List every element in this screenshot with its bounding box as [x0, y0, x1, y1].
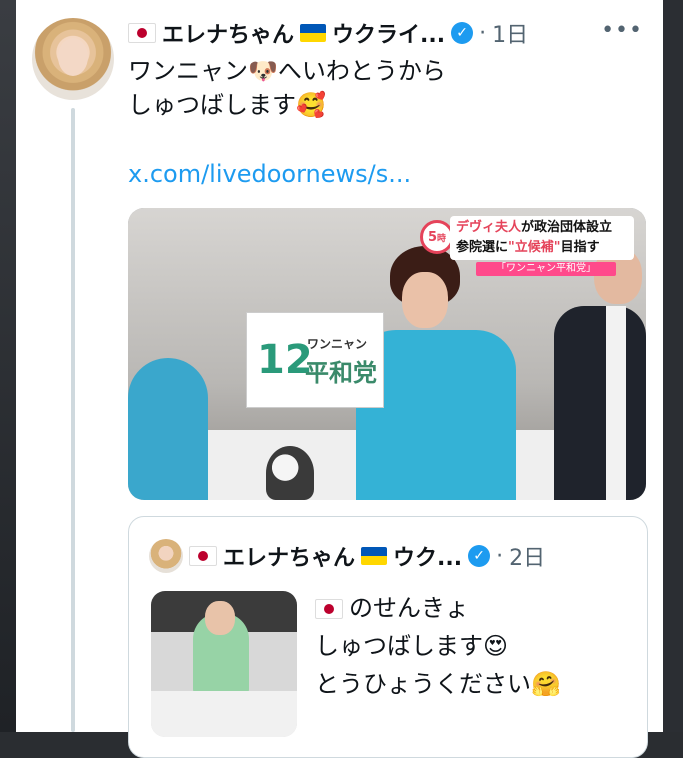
- tweet-text: ワンニャン🐶へいわとうから しゅつばします🥰: [128, 54, 648, 122]
- flag-ukraine-icon: [361, 547, 388, 565]
- quoted-separator-dot: ·: [496, 543, 504, 569]
- time-badge: 5時: [420, 220, 454, 254]
- author-name[interactable]: エレナちゃん: [162, 17, 294, 49]
- news-caption: 5時 デヴィ夫人が政治団体設立 参院選に"立候補"目指す 「ワンニャン平和党」: [420, 216, 640, 276]
- quoted-text-line-2: しゅつばします😍: [315, 632, 509, 660]
- author-avatar[interactable]: [32, 18, 114, 100]
- background-right-strip: [663, 0, 683, 732]
- separator-dot: ·: [479, 20, 487, 46]
- quoted-text-line-1: のせんきょ: [315, 589, 561, 627]
- dog: [266, 446, 314, 500]
- tweet-header: エレナちゃん ウクライ... ✓ · 1日: [128, 16, 648, 50]
- quoted-text: のせんきょ しゅつばします😍 とうひょうください🤗: [315, 589, 561, 703]
- quoted-author-name-suffix[interactable]: ウク...: [393, 540, 462, 572]
- tweet-card[interactable]: エレナちゃん ウクライ... ✓ · 1日 ••• ワンニャン🐶へいわとうから …: [16, 0, 663, 758]
- tweet-media-image[interactable]: 12 ワンニャン 平和党 5時 デヴィ夫人が政治団体設立 参院選に"立候補"目指…: [128, 208, 646, 500]
- placard-small-text: ワンニャン: [307, 337, 368, 351]
- headline-box: デヴィ夫人が政治団体設立 参院選に"立候補"目指す: [450, 216, 634, 260]
- placard: 12 ワンニャン 平和党: [246, 312, 384, 408]
- more-options-icon[interactable]: •••: [601, 18, 643, 43]
- flag-japan-icon: [128, 23, 156, 43]
- tweet-timestamp[interactable]: 1日: [492, 17, 528, 49]
- quoted-text-line-3: とうひょうください🤗: [315, 670, 561, 698]
- flag-japan-icon: [315, 599, 343, 619]
- quoted-timestamp[interactable]: 2日: [509, 540, 545, 572]
- quoted-avatar[interactable]: [149, 539, 183, 573]
- quoted-author-name[interactable]: エレナちゃん: [223, 540, 355, 572]
- person-right: [554, 248, 646, 500]
- verified-badge-icon[interactable]: ✓: [451, 22, 474, 44]
- tweet-text-line-1: ワンニャン🐶へいわとうから: [128, 57, 446, 85]
- headline-strip: 「ワンニャン平和党」: [476, 262, 616, 276]
- placard-big-text: 平和党: [305, 359, 377, 387]
- author-name-suffix[interactable]: ウクライ...: [332, 17, 445, 49]
- thread-line: [71, 108, 75, 732]
- person-left: [128, 358, 208, 500]
- tweet-link[interactable]: x.com/livedoornews/s...: [128, 160, 411, 188]
- quoted-header: エレナちゃん ウク... ✓ · 2日: [149, 539, 545, 573]
- quoted-media-image[interactable]: [151, 591, 297, 737]
- quoted-tweet[interactable]: エレナちゃん ウク... ✓ · 2日 のせんきょ しゅつばします😍 とうひょう…: [128, 516, 648, 758]
- flag-ukraine-icon: [300, 24, 327, 42]
- tweet-text-line-2: しゅつばします🥰: [128, 91, 326, 119]
- verified-badge-icon[interactable]: ✓: [468, 545, 491, 567]
- flag-japan-icon: [189, 546, 217, 566]
